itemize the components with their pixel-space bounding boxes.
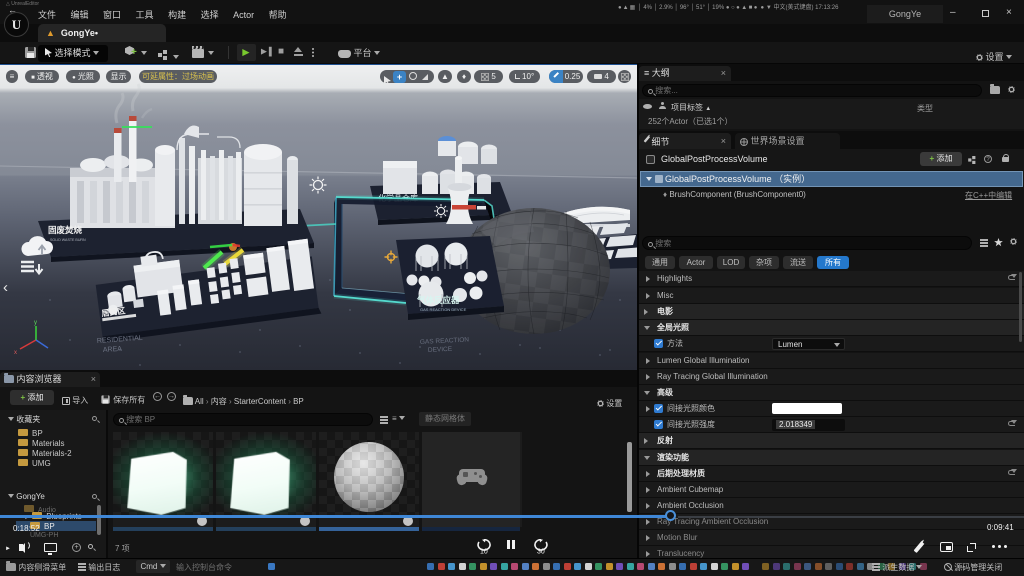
svg-text:30: 30 xyxy=(537,549,545,556)
svg-text:DEVICE: DEVICE xyxy=(428,346,453,354)
svg-text:AREA: AREA xyxy=(103,346,123,354)
svg-text:SOLID WASTE BURN: SOLID WASTE BURN xyxy=(50,238,86,242)
svg-text:固废焚烧: 固废焚烧 xyxy=(48,225,83,235)
svg-text:10: 10 xyxy=(480,549,488,556)
svg-text:x: x xyxy=(14,350,17,356)
svg-text:y: y xyxy=(34,320,37,326)
svg-text:气体反应器: 气体反应器 xyxy=(416,295,460,305)
svg-text:GAS REACTION DEVICE: GAS REACTION DEVICE xyxy=(420,307,467,312)
